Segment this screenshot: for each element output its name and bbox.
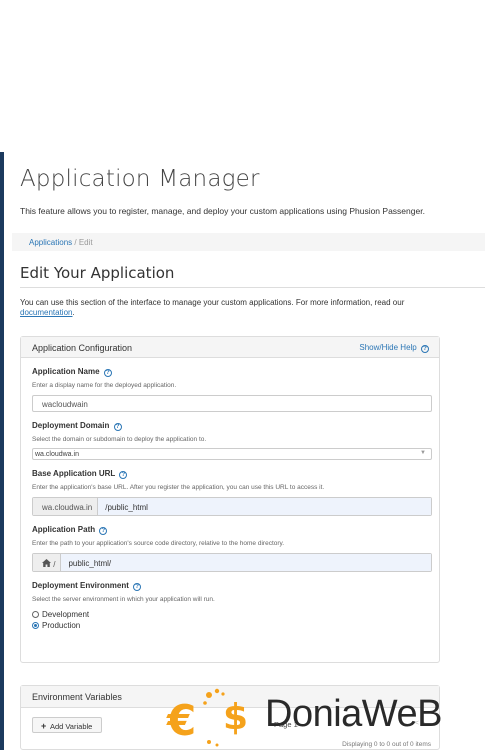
base-url-input[interactable]: /public_html — [98, 498, 431, 515]
app-name-input[interactable]: wacloudwain — [32, 395, 432, 412]
section-divider — [20, 287, 485, 288]
page-title: Application Manager — [20, 166, 260, 192]
base-url-input-group: wa.cloudwa.in /public_html — [32, 497, 432, 516]
deployment-environment-hint: Select the server environment in which y… — [32, 596, 215, 603]
page-description: This feature allows you to register, man… — [20, 206, 425, 216]
development-label: Development — [42, 610, 90, 619]
production-radio[interactable] — [32, 622, 39, 629]
app-path-label-text: Application Path — [32, 525, 96, 534]
add-variable-label: Add Variable — [49, 722, 93, 731]
breadcrumb-current: Edit — [78, 238, 93, 247]
add-variable-button[interactable]: + Add Variable — [32, 717, 102, 733]
home-icon — [42, 559, 53, 569]
base-url-domain-addon: wa.cloudwa.in — [33, 498, 99, 515]
app-path-input-group: / public_html/ — [32, 553, 432, 572]
watermark-logo: € $ DoniaWeB — [165, 685, 485, 750]
watermark-currency-icon: € $ — [166, 688, 248, 747]
environment-option-development[interactable]: Development — [32, 610, 430, 619]
breadcrumb-separator: / — [74, 238, 77, 247]
question-circle-icon[interactable]: ? — [99, 527, 108, 535]
app-path-input[interactable]: public_html/ — [61, 554, 431, 571]
deployment-environment-label-text: Deployment Environment — [32, 581, 129, 590]
panel-title: Application Configuration — [32, 343, 133, 353]
plus-icon: + — [41, 721, 47, 731]
documentation-link[interactable]: documentation — [20, 308, 72, 317]
show-hide-help-label: Show/Hide Help — [359, 343, 417, 352]
svg-text:€: € — [166, 696, 196, 745]
sidebar-edge — [0, 152, 4, 750]
deployment-domain-select[interactable]: wa.cloudwa.in ▼ — [32, 448, 432, 460]
base-url-label-text: Base Application URL — [32, 469, 116, 478]
deployment-domain-value: wa.cloudwa.in — [35, 451, 79, 458]
base-url-label: Base Application URL ? — [32, 469, 430, 479]
panel-header: Application Configuration Show/Hide Help… — [21, 337, 439, 358]
app-name-hint: Enter a display name for the deployed ap… — [32, 382, 177, 389]
environment-radio-group: Development Production — [32, 610, 430, 630]
question-circle-icon[interactable]: ? — [119, 471, 128, 479]
application-configuration-panel: Application Configuration Show/Hide Help… — [20, 336, 440, 663]
section-title: Edit Your Application — [20, 264, 175, 282]
chevron-down-icon: ▼ — [420, 450, 426, 456]
app-path-addon: / — [33, 554, 62, 571]
deployment-domain-label: Deployment Domain ? — [32, 421, 430, 431]
panel-body: Application Name ? Enter a display name … — [21, 367, 439, 630]
base-url-hint: Enter the application's base URL. After … — [32, 484, 325, 491]
app-path-label: Application Path ? — [32, 525, 430, 535]
question-circle-icon[interactable]: ? — [103, 369, 112, 377]
app-name-label-text: Application Name — [32, 367, 100, 376]
deployment-domain-hint: Select the domain or subdomain to deploy… — [32, 436, 207, 443]
app-name-label: Application Name ? — [32, 367, 430, 377]
description-period: . — [72, 308, 75, 317]
page-header: Application Manager This feature allows … — [20, 160, 485, 216]
question-circle-icon[interactable]: ? — [113, 423, 122, 431]
development-radio[interactable] — [32, 611, 39, 618]
section-description-text: You can use this section of the interfac… — [20, 298, 405, 307]
breadcrumb-applications-link[interactable]: Applications — [29, 238, 72, 247]
svg-text:$: $ — [223, 697, 248, 738]
section-description: You can use this section of the interfac… — [20, 298, 440, 318]
deployment-domain-label-text: Deployment Domain — [32, 421, 110, 430]
app-path-hint: Enter the path to your application's sou… — [32, 540, 285, 547]
question-circle-icon: ? — [421, 345, 429, 353]
show-hide-help-link[interactable]: Show/Hide Help ? — [359, 343, 429, 353]
production-label: Production — [42, 621, 81, 630]
app-path-prefix: / — [53, 560, 56, 569]
breadcrumb: Applications / Edit — [12, 233, 485, 251]
environment-option-production[interactable]: Production — [32, 621, 430, 630]
watermark-text: DoniaWeB — [265, 693, 442, 735]
question-circle-icon[interactable]: ? — [133, 583, 142, 591]
deployment-environment-label: Deployment Environment ? — [32, 581, 430, 591]
